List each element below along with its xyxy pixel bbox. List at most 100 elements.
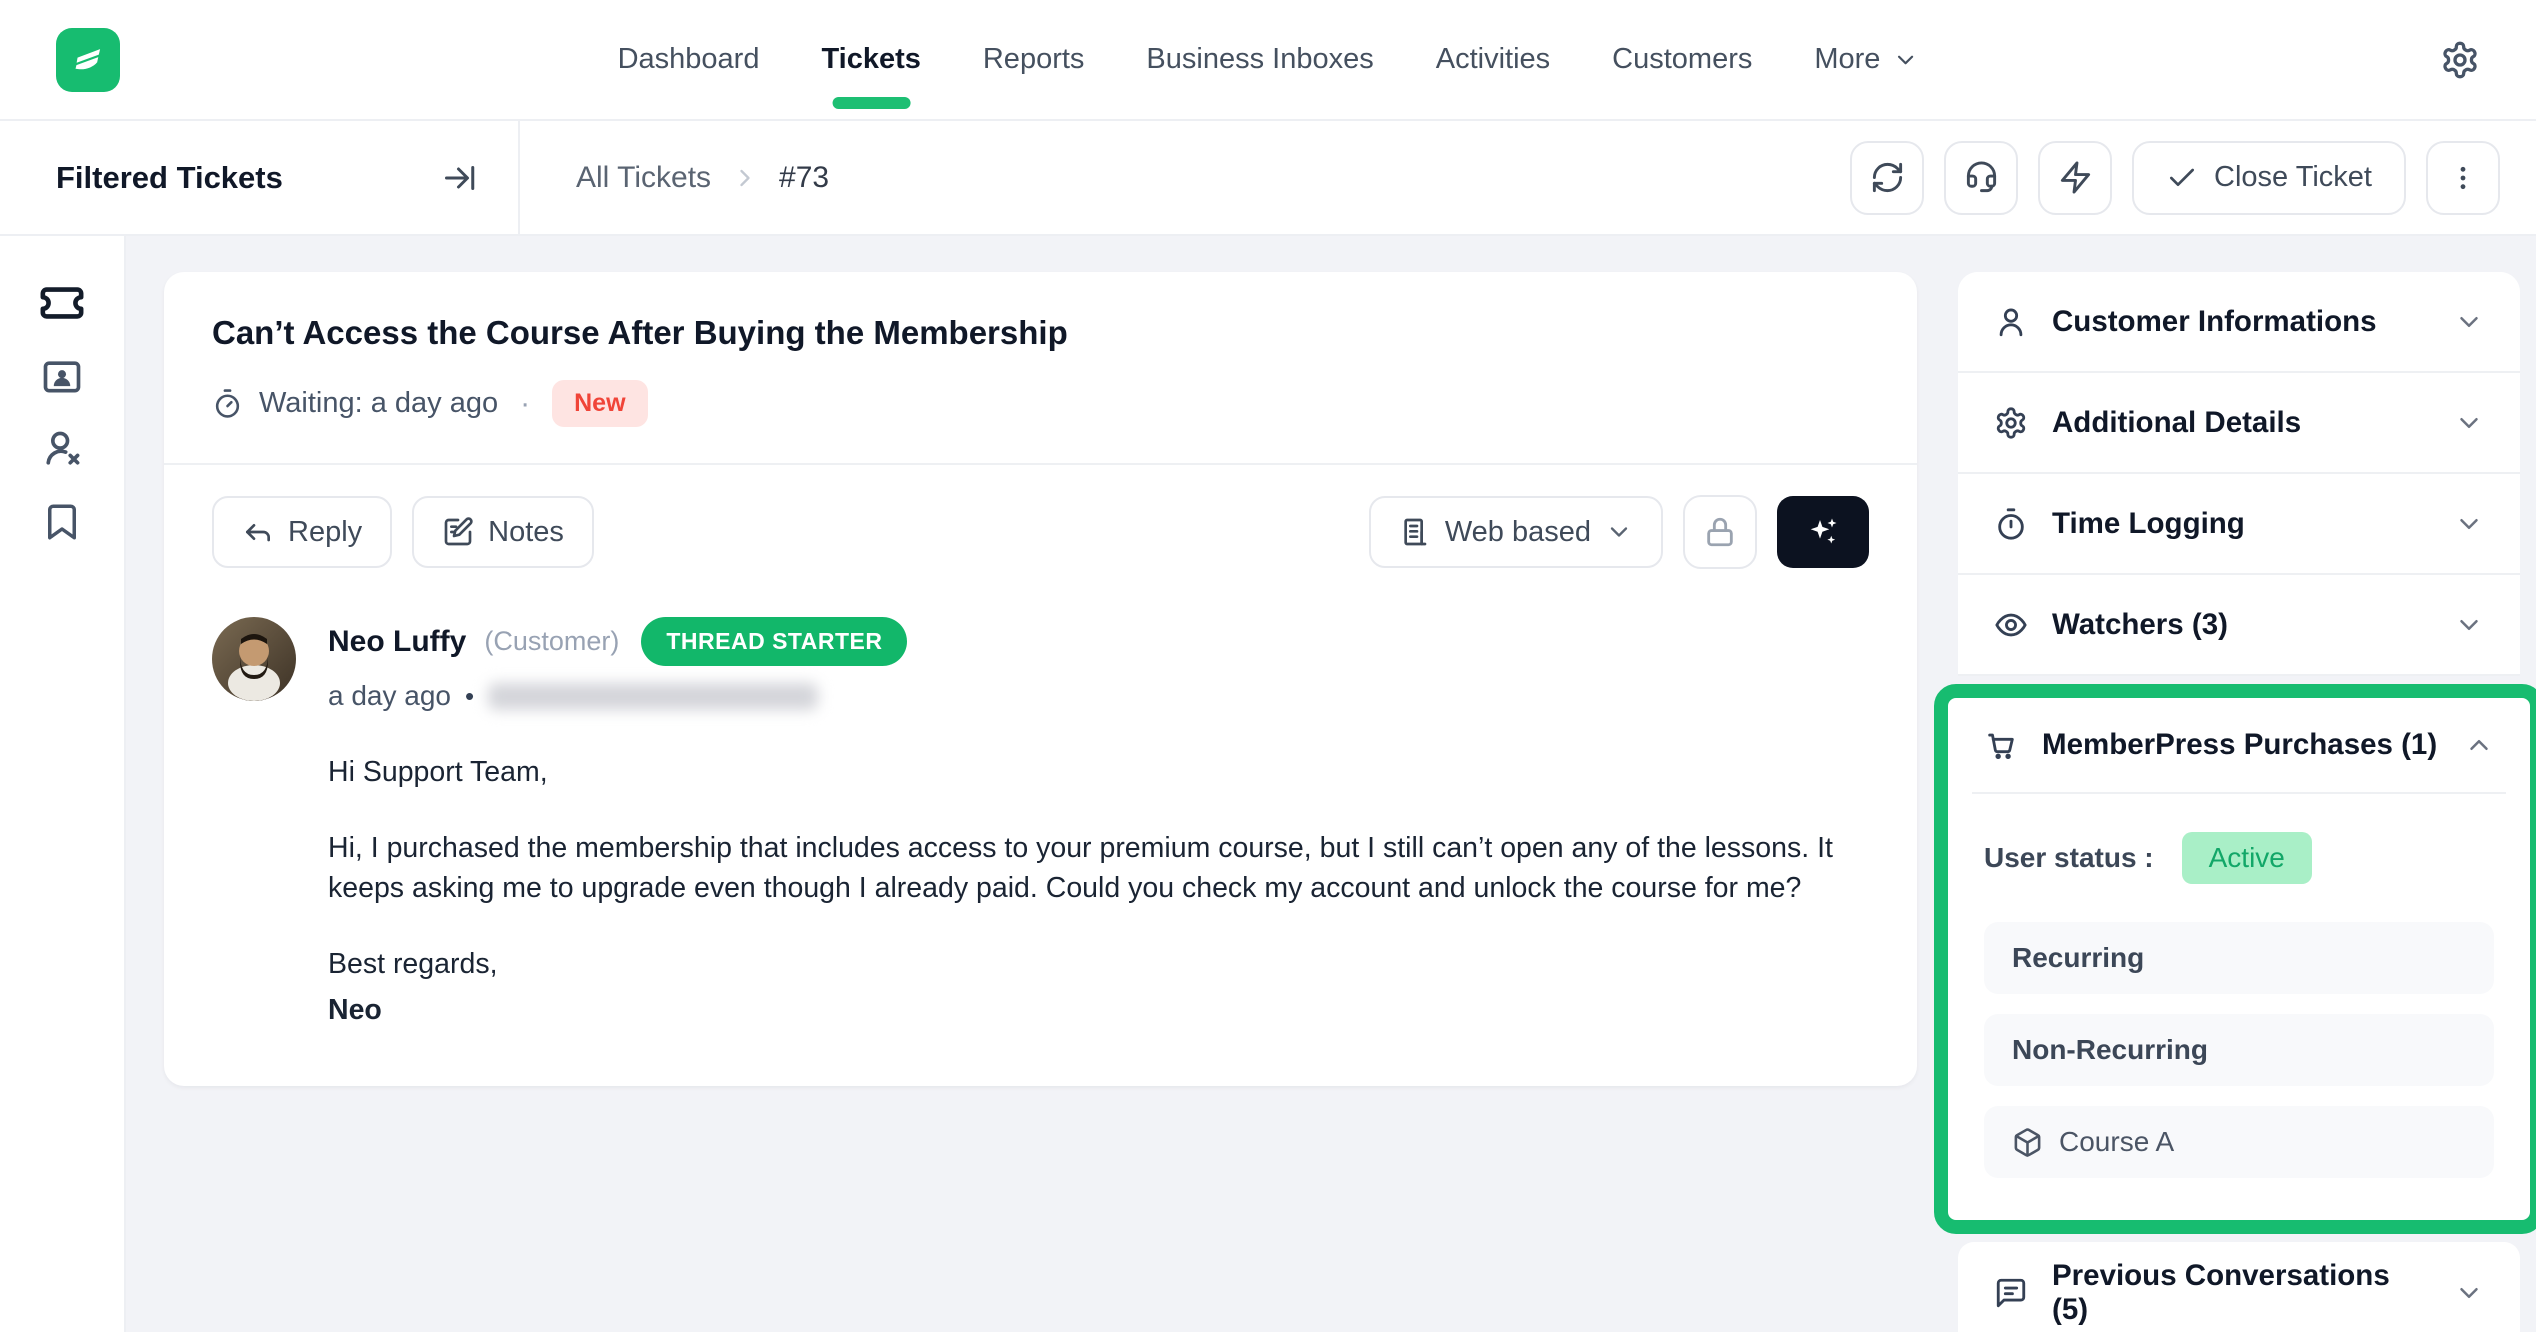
section-previous-conversations[interactable]: Previous Conversations (5) bbox=[1958, 1242, 2520, 1332]
shopping-cart-icon bbox=[1984, 728, 2018, 762]
chevron-down-icon bbox=[1892, 47, 1918, 73]
section-label: Customer Informations bbox=[2052, 305, 2430, 339]
chevron-down-icon bbox=[2454, 408, 2484, 438]
purchase-item-course-a[interactable]: Course A bbox=[1984, 1106, 2494, 1178]
support-agent-button[interactable] bbox=[1944, 141, 2018, 215]
nav-dashboard[interactable]: Dashboard bbox=[618, 43, 760, 76]
fluent-support-logo[interactable] bbox=[56, 28, 120, 92]
user-x-icon bbox=[40, 427, 84, 471]
section-additional-details[interactable]: Additional Details bbox=[1958, 373, 2520, 474]
main-area: Can’t Access the Course After Buying the… bbox=[126, 236, 2536, 1332]
sparkles-icon bbox=[1805, 514, 1841, 550]
ticket-title: Can’t Access the Course After Buying the… bbox=[212, 314, 1869, 352]
memberpress-title: MemberPress Purchases (1) bbox=[2042, 728, 2440, 762]
chat-bubble-icon bbox=[1994, 1276, 2028, 1310]
section-customer-informations[interactable]: Customer Informations bbox=[1958, 272, 2520, 373]
close-ticket-button[interactable]: Close Ticket bbox=[2132, 141, 2406, 215]
nav-activities[interactable]: Activities bbox=[1436, 43, 1550, 76]
section-time-logging[interactable]: Time Logging bbox=[1958, 474, 2520, 575]
chevron-down-icon bbox=[2454, 307, 2484, 337]
message-thread-starter: Neo Luffy (Customer) THREAD STARTER a da… bbox=[164, 595, 1917, 1086]
chevron-right-icon bbox=[731, 164, 759, 192]
settings-gear-icon[interactable] bbox=[2440, 40, 2480, 80]
breadcrumb: All Tickets #73 bbox=[576, 161, 829, 195]
reply-button[interactable]: Reply bbox=[212, 496, 392, 568]
purchase-group-label: Recurring bbox=[2012, 942, 2144, 974]
rail-contacts-icon[interactable] bbox=[39, 353, 85, 399]
chevron-down-icon bbox=[1605, 518, 1633, 546]
rail-unassigned-icon[interactable] bbox=[39, 426, 85, 472]
lock-button[interactable] bbox=[1683, 495, 1757, 569]
lock-icon bbox=[1703, 515, 1737, 549]
time-separator: • bbox=[465, 681, 474, 712]
purchase-item-label: Course A bbox=[2059, 1126, 2174, 1158]
stopwatch-icon bbox=[212, 388, 243, 419]
chevron-down-icon bbox=[2454, 610, 2484, 640]
message-time: a day ago bbox=[328, 680, 451, 712]
ticket-toolbar: Filtered Tickets All Tickets #73 Close T… bbox=[0, 121, 2536, 236]
breadcrumb-ticket-id: #73 bbox=[779, 161, 829, 195]
section-label: Watchers (3) bbox=[2052, 608, 2430, 642]
building-icon bbox=[1399, 516, 1431, 548]
purchase-group-recurring[interactable]: Recurring bbox=[1984, 922, 2494, 994]
more-options-button[interactable] bbox=[2426, 141, 2500, 215]
notes-label: Notes bbox=[488, 516, 564, 549]
rail-bookmarks-icon[interactable] bbox=[39, 499, 85, 545]
timer-icon bbox=[1994, 507, 2028, 541]
breadcrumb-all-tickets[interactable]: All Tickets bbox=[576, 161, 711, 195]
source-dropdown[interactable]: Web based bbox=[1369, 496, 1663, 568]
note-edit-icon bbox=[442, 516, 474, 548]
section-watchers[interactable]: Watchers (3) bbox=[1958, 575, 2520, 676]
nav-business-inboxes[interactable]: Business Inboxes bbox=[1146, 43, 1373, 76]
rail-tickets-icon[interactable] bbox=[39, 280, 85, 326]
memberpress-header[interactable]: MemberPress Purchases (1) bbox=[1972, 698, 2506, 794]
nav-more[interactable]: More bbox=[1814, 43, 1918, 76]
purchase-group-label: Non-Recurring bbox=[2012, 1034, 2208, 1066]
section-label: Previous Conversations (5) bbox=[2052, 1259, 2430, 1327]
refresh-icon bbox=[1870, 160, 1905, 195]
top-header: Dashboard Tickets Reports Business Inbox… bbox=[0, 0, 2536, 121]
collapse-panel-icon[interactable] bbox=[442, 160, 478, 196]
nav-tickets[interactable]: Tickets bbox=[821, 43, 920, 76]
reply-icon bbox=[242, 516, 274, 548]
logo-glyph bbox=[66, 38, 110, 82]
contact-folder-icon bbox=[40, 354, 84, 398]
kebab-menu-icon bbox=[2447, 162, 2479, 194]
nav-reports[interactable]: Reports bbox=[983, 43, 1085, 76]
nav-more-label: More bbox=[1814, 43, 1880, 76]
bookmark-icon bbox=[41, 501, 83, 543]
quick-actions-button[interactable] bbox=[2038, 141, 2112, 215]
previous-conversations-card: Previous Conversations (5) bbox=[1958, 1242, 2520, 1332]
lightning-icon bbox=[2058, 160, 2093, 195]
close-ticket-label: Close Ticket bbox=[2214, 161, 2372, 194]
gear-icon bbox=[1994, 406, 2028, 440]
ticket-card: Can’t Access the Course After Buying the… bbox=[164, 272, 1917, 1086]
user-status-label: User status : bbox=[1984, 842, 2154, 874]
user-icon bbox=[1994, 305, 2028, 339]
meta-separator: · bbox=[520, 387, 530, 421]
message-signoff: Best regards, bbox=[328, 944, 1869, 984]
ticket-icon bbox=[39, 280, 85, 326]
message-greeting: Hi Support Team, bbox=[328, 752, 1869, 792]
message-signature: Neo bbox=[328, 990, 1869, 1030]
waiting-label: Waiting: a day ago bbox=[259, 387, 498, 420]
eye-icon bbox=[1994, 608, 2028, 642]
purchase-group-non-recurring[interactable]: Non-Recurring bbox=[1984, 1014, 2494, 1086]
section-label: Time Logging bbox=[2052, 507, 2430, 541]
message-body: Hi Support Team, Hi, I purchased the mem… bbox=[328, 752, 1869, 1030]
source-label: Web based bbox=[1445, 516, 1591, 549]
author-name: Neo Luffy bbox=[328, 625, 466, 659]
refresh-button[interactable] bbox=[1850, 141, 1924, 215]
package-icon bbox=[2012, 1127, 2043, 1158]
right-sidebar: Customer Informations Additional Details… bbox=[1958, 272, 2520, 1332]
chevron-up-icon bbox=[2464, 730, 2494, 760]
avatar bbox=[212, 617, 296, 701]
reply-label: Reply bbox=[288, 516, 362, 549]
section-label: Additional Details bbox=[2052, 406, 2430, 440]
notes-button[interactable]: Notes bbox=[412, 496, 594, 568]
redacted-email bbox=[488, 683, 818, 710]
nav-customers[interactable]: Customers bbox=[1612, 43, 1752, 76]
main-nav: Dashboard Tickets Reports Business Inbox… bbox=[618, 43, 1919, 76]
headset-icon bbox=[1964, 160, 1999, 195]
ai-assistant-button[interactable] bbox=[1777, 496, 1869, 568]
